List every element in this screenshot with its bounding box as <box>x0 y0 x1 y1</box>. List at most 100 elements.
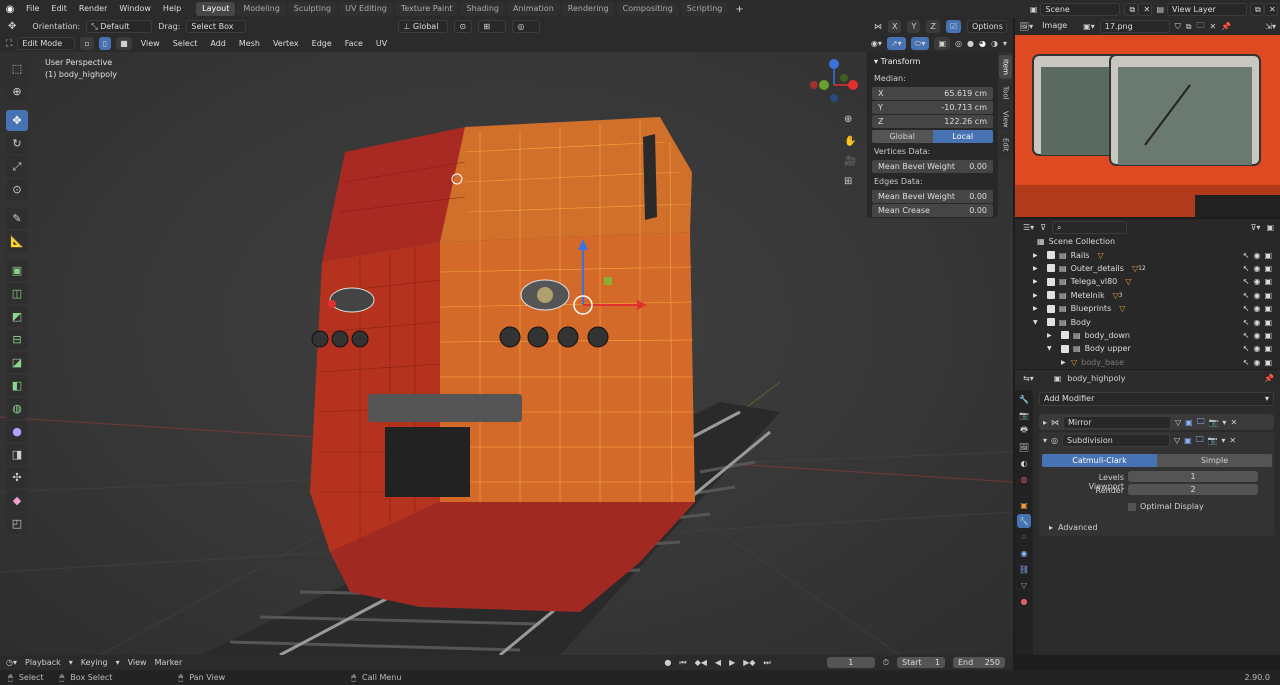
particles-tab-icon[interactable]: ⁘ <box>1017 530 1031 544</box>
transform-section-header[interactable]: ▾ Transform <box>874 55 991 68</box>
outliner-item[interactable]: ▼ ▤ Body ↖ ◉ ▣ <box>1015 315 1280 328</box>
outliner-item[interactable]: ▶ ▽ body_base ↖ ◉ ▣ <box>1015 356 1280 369</box>
stopwatch-icon[interactable]: ⏱ <box>883 658 889 668</box>
image-folder-icon[interactable]: 🗀 <box>1196 20 1204 34</box>
edge-select-button[interactable]: ▯ <box>98 37 112 50</box>
jump-start-button[interactable]: ⏮ <box>679 658 686 668</box>
rip-tool-icon[interactable]: ◰ <box>6 513 28 534</box>
transform-tool-icon[interactable]: ⊙ <box>6 179 28 200</box>
edit-cage-icon[interactable]: ▽ <box>1174 436 1180 445</box>
selectable-toggle-icon[interactable]: ↖ <box>1243 304 1250 313</box>
play-button[interactable]: ▶ <box>729 658 735 667</box>
properties-type-icon[interactable]: ⇆▾ <box>1023 374 1034 383</box>
expand-arrow-icon[interactable]: ▶ <box>1047 332 1057 339</box>
outliner-item[interactable]: ▶ ▤ Metelnik ▽ 3 ↖ ◉ ▣ <box>1015 289 1280 302</box>
camera-icon[interactable]: 🎥 <box>844 156 856 167</box>
face-select-button[interactable]: ■ <box>116 37 132 50</box>
eye-icon[interactable]: ◉ <box>1253 264 1260 273</box>
outliner-item[interactable]: ▶ ▤ Telega_vl80 ▽ ↖ ◉ ▣ <box>1015 275 1280 288</box>
menu-file[interactable]: File <box>20 0 45 18</box>
transform-orientation-dropdown[interactable]: ⊥ Global <box>398 20 449 33</box>
outliner-item[interactable]: ▶ ▤ Rails ▽ ↖ ◉ ▣ <box>1015 248 1280 261</box>
gizmo-toggle[interactable]: ↗▾ <box>886 37 906 50</box>
outliner-item[interactable]: ▶ ▤ Blueprints ▽ ↖ ◉ ▣ <box>1015 302 1280 315</box>
expand-arrow-icon[interactable]: ▶ <box>1033 265 1043 272</box>
image-copy-icon[interactable]: ⧉ <box>1186 22 1192 32</box>
tab-rendering[interactable]: Rendering <box>561 2 615 16</box>
tab-edit[interactable]: Edit <box>999 133 1012 157</box>
selectable-toggle-icon[interactable]: ↖ <box>1243 318 1250 327</box>
viewport-toggle-icon[interactable]: 🖵 <box>1196 435 1204 445</box>
physics-tab-icon[interactable]: ◉ <box>1017 546 1031 560</box>
shrink-fatten-tool-icon[interactable]: ✣ <box>6 467 28 488</box>
eye-icon[interactable]: ◉ <box>1253 251 1260 260</box>
exclude-checkbox[interactable] <box>1047 251 1055 260</box>
tab-shading[interactable]: Shading <box>460 2 505 16</box>
modifier-menu-icon[interactable]: ▾ <box>1221 436 1225 445</box>
xray-toggle[interactable]: ▣ <box>934 37 951 50</box>
pin-icon[interactable]: 📌 <box>1264 374 1274 383</box>
image-shield-icon[interactable]: ⛉ <box>1175 22 1181 32</box>
timeline-editor-icon[interactable]: ◷▾ <box>6 658 17 667</box>
exclude-checkbox[interactable] <box>1047 318 1055 327</box>
pan-hand-icon[interactable]: ✋ <box>844 136 856 147</box>
exclude-checkbox[interactable] <box>1047 304 1055 313</box>
marker-menu[interactable]: Marker <box>155 658 183 667</box>
playback-menu[interactable]: Playback <box>25 658 61 667</box>
tab-animation[interactable]: Animation <box>506 2 560 16</box>
current-frame-field[interactable]: 1 <box>826 657 875 668</box>
render-camera-icon[interactable]: ▣ <box>1264 331 1272 340</box>
render-camera-icon[interactable]: ▣ <box>1264 251 1272 260</box>
render-toggle-icon[interactable]: 📷 <box>1207 436 1217 445</box>
levels-viewport-field[interactable]: 1 <box>1128 471 1258 482</box>
menu-view[interactable]: View <box>137 35 164 53</box>
menu-edit[interactable]: Edit <box>45 0 73 18</box>
scene-tab-icon[interactable]: ◐ <box>1017 456 1031 470</box>
render-tab-icon[interactable]: 📷 <box>1017 408 1031 422</box>
selectable-toggle-icon[interactable]: ↖ <box>1243 264 1250 273</box>
bevel-tool-icon[interactable]: ◩ <box>6 306 28 327</box>
menu-select[interactable]: Select <box>169 35 202 53</box>
mode-dropdown[interactable]: Edit Mode <box>17 37 76 50</box>
auto-merge-toggle[interactable]: ☑ <box>945 20 961 33</box>
collapse-arrow-icon[interactable]: ▼ <box>1047 345 1057 352</box>
smooth-tool-icon[interactable]: ● <box>6 421 28 442</box>
selectable-toggle-icon[interactable]: ↖ <box>1243 277 1250 286</box>
proportional-edit-button[interactable]: ◎ <box>512 20 541 33</box>
mirror-modifier-row[interactable]: ▸ ⋈ Mirror ▽ ▣ 🖵 📷 ▾ ✕ <box>1039 414 1274 430</box>
tab-sculpting[interactable]: Sculpting <box>287 2 338 16</box>
poly-build-tool-icon[interactable]: ◧ <box>6 375 28 396</box>
cursor-tool-icon[interactable]: ⊕ <box>6 81 28 102</box>
options-dropdown[interactable]: Options <box>967 20 1007 33</box>
tab-view[interactable]: View <box>999 107 1012 131</box>
exclude-checkbox[interactable] <box>1061 331 1069 340</box>
shading-rendered-button[interactable]: ◑ <box>991 39 998 48</box>
subdivision-remove-icon[interactable]: ✕ <box>1229 436 1236 445</box>
tool-tab-icon[interactable]: 🔧 <box>1017 392 1031 406</box>
image-name-field[interactable]: 17.png <box>1099 20 1170 33</box>
move-tool-icon[interactable]: ✥ <box>6 110 28 131</box>
render-camera-icon[interactable]: ▣ <box>1264 291 1272 300</box>
view-layer-close-button[interactable]: ✕ <box>1264 2 1278 16</box>
object-tab-icon[interactable]: ▣ <box>1017 498 1031 512</box>
collapse-arrow-icon[interactable]: ▼ <box>1033 319 1043 326</box>
subdivision-modifier-row[interactable]: ▾ ◎ Subdivision ▽ ▣ 🖵 📷 ▾ ✕ <box>1039 432 1274 448</box>
scene-selector[interactable]: Scene <box>1040 2 1121 16</box>
annotate-tool-icon[interactable]: ✎ <box>6 208 28 229</box>
snap-dropdown[interactable]: ⊞ <box>478 20 507 33</box>
scene-close-button[interactable]: ✕ <box>1138 2 1153 16</box>
edge-slide-tool-icon[interactable]: ◨ <box>6 444 28 465</box>
axis-z-toggle[interactable]: Z <box>926 20 940 33</box>
expand-arrow-icon[interactable]: ▶ <box>1061 359 1071 366</box>
eye-icon[interactable]: ◉ <box>1253 291 1260 300</box>
advanced-subpanel[interactable]: ▸ Advanced <box>1049 523 1098 532</box>
selectable-toggle-icon[interactable]: ↖ <box>1243 291 1250 300</box>
outliner-type-icon[interactable]: ☰▾ <box>1023 223 1034 232</box>
editmode-toggle-icon[interactable]: ▣ <box>1185 418 1193 427</box>
scale-tool-icon[interactable]: ⤢ <box>6 156 28 177</box>
render-camera-icon[interactable]: ▣ <box>1264 277 1272 286</box>
drag-dropdown[interactable]: Select Box <box>186 20 247 33</box>
exclude-checkbox[interactable] <box>1047 291 1055 300</box>
menu-face[interactable]: Face <box>341 35 367 53</box>
blender-logo-icon[interactable]: ◉ <box>0 4 20 15</box>
